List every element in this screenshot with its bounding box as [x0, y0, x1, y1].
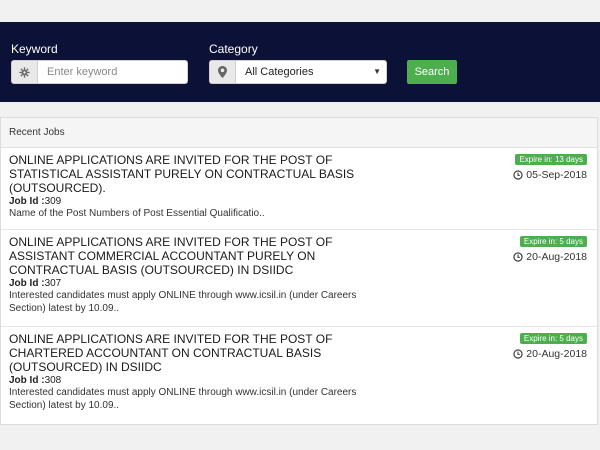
keyword-label: Keyword: [11, 42, 58, 56]
job-item: ONLINE APPLICATIONS ARE INVITED FOR THE …: [1, 327, 597, 424]
category-label: Category: [209, 42, 258, 56]
job-description: Name of the Post Numbers of Post Essenti…: [9, 208, 265, 219]
job-id-value: 309: [44, 196, 62, 207]
gear-icon: [12, 61, 38, 83]
caret-down-icon: ▼: [373, 67, 381, 76]
recent-jobs-panel: Recent Jobs ONLINE APPLICATIONS ARE INVI…: [0, 117, 598, 425]
job-date: 05-Sep-2018: [513, 169, 587, 181]
job-date: 20-Aug-2018: [513, 348, 587, 360]
keyword-input[interactable]: [39, 61, 187, 83]
job-title[interactable]: ONLINE APPLICATIONS ARE INVITED FOR THE …: [9, 153, 369, 195]
job-description: Interested candidates must apply ONLINE …: [9, 387, 357, 411]
map-marker-icon: [210, 61, 236, 83]
category-select-group[interactable]: All Categories ▼: [209, 60, 387, 84]
expire-badge: Expire in: 5 days: [519, 333, 587, 344]
job-date: 20-Aug-2018: [513, 251, 587, 263]
search-button[interactable]: Search: [407, 60, 457, 84]
clock-icon: [513, 252, 523, 262]
category-select[interactable]: All Categories: [237, 61, 386, 83]
job-id-value: 308: [44, 375, 62, 386]
job-item: ONLINE APPLICATIONS ARE INVITED FOR THE …: [1, 148, 597, 230]
job-id-value: 307: [44, 278, 62, 289]
keyword-input-group[interactable]: [11, 60, 188, 84]
clock-icon: [513, 349, 523, 359]
job-title[interactable]: ONLINE APPLICATIONS ARE INVITED FOR THE …: [9, 235, 369, 277]
job-title[interactable]: ONLINE APPLICATIONS ARE INVITED FOR THE …: [9, 332, 369, 374]
job-id: Job Id :308: [9, 375, 589, 386]
clock-icon: [513, 170, 523, 180]
job-description: Interested candidates must apply ONLINE …: [9, 290, 357, 314]
job-id-label: Job Id :: [9, 278, 45, 289]
job-date-value: 20-Aug-2018: [526, 348, 587, 360]
job-id: Job Id :307: [9, 278, 589, 289]
top-spacer: [0, 0, 600, 22]
expire-badge: Expire in: 13 days: [515, 154, 587, 165]
job-date-value: 20-Aug-2018: [526, 251, 587, 263]
expire-badge: Expire in: 5 days: [519, 236, 587, 247]
job-id-label: Job Id :: [9, 196, 45, 207]
recent-jobs-heading: Recent Jobs: [1, 118, 597, 148]
job-id: Job Id :309: [9, 196, 589, 207]
bottom-spacer: [0, 428, 600, 450]
job-item: ONLINE APPLICATIONS ARE INVITED FOR THE …: [1, 230, 597, 327]
job-id-label: Job Id :: [9, 375, 45, 386]
category-selected-value: All Categories: [245, 66, 314, 78]
search-panel: Keyword Category: [0, 22, 600, 102]
job-date-value: 05-Sep-2018: [526, 169, 587, 181]
